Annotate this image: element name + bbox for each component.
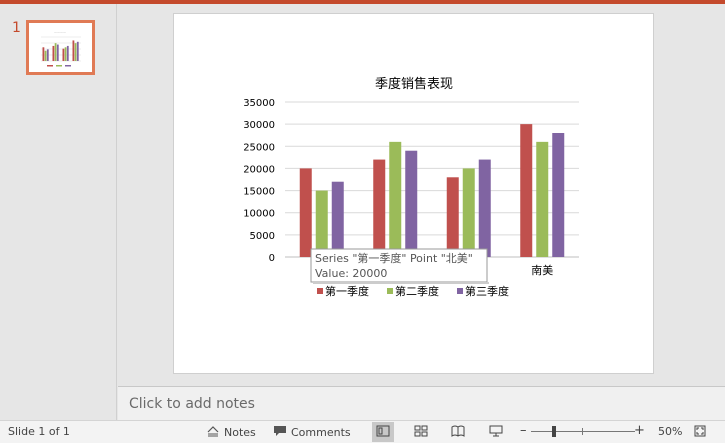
legend-label: 第三季度 [465,284,509,298]
legend-swatch [387,288,393,294]
legend-label: 第二季度 [395,284,439,298]
slide-thumbnail-pane[interactable]: 1 ———— [0,4,117,420]
slide-info-text: Slide 1 of 1 [8,425,70,438]
bar[interactable] [478,159,491,257]
thumb-bar [42,47,45,61]
thumb-bar [54,43,57,61]
thumb-chart [41,36,81,67]
thumb-bar [64,47,67,61]
thumb-bar [62,48,65,61]
zoom-in-button[interactable]: + [634,423,645,438]
reading-view-icon [451,425,465,440]
y-tick-label: 0 [269,253,275,264]
bar[interactable] [536,141,549,257]
thumb-bar [52,45,55,61]
comments-label: Comments [291,426,351,439]
thumb-bar [56,44,59,61]
slide-editor[interactable]: 季度销售表现 0 5000 10000 15000 20000 25000 30000 350… [118,4,725,386]
bar[interactable] [373,159,386,257]
notes-icon [206,425,220,440]
thumb-title: ———— [54,30,66,34]
slide-canvas[interactable]: 季度销售表现 0 5000 10000 15000 20000 25000 30000 350… [173,13,654,374]
thumb-bar [72,40,75,61]
zoom-out-button[interactable]: – [520,423,527,438]
thumb-bar [76,41,79,61]
chart[interactable]: 季度销售表现 0 5000 10000 15000 20000 25000 30000 350… [174,14,655,375]
status-bar: Slide 1 of 1 Notes Comments – + 50% [0,420,725,443]
bar[interactable] [315,190,328,257]
chart-legend[interactable]: 第一季度 第二季度 第三季度 [317,284,509,298]
y-tick-label: 25000 [243,142,275,153]
chart-gridlines [285,101,579,258]
tooltip-value: Value: 20000 [315,267,387,280]
reading-view-button[interactable] [447,422,469,442]
thumb-bar [44,50,47,61]
chart-x-axis: 南美 [531,264,553,277]
fit-to-window-button[interactable] [689,422,711,442]
y-tick-label: 15000 [243,187,275,198]
thumb-bar [74,43,77,61]
tooltip-shadow [313,282,489,284]
slideshow-icon [489,425,503,440]
bar[interactable] [520,124,533,258]
thumb-bar [46,49,49,61]
bar[interactable] [299,168,312,257]
chart-title: 季度销售表现 [375,76,453,92]
normal-view-icon [376,425,390,440]
comment-icon [273,425,287,440]
slide-number: 1 [12,20,21,36]
bar[interactable] [446,177,459,257]
thumb-legend [65,65,71,67]
normal-view-button[interactable] [372,422,394,442]
bar[interactable] [389,141,402,257]
notes-button[interactable]: Notes [206,425,256,440]
chart-tooltip: Series "第一季度" Point "北美" Value: 20000 [310,248,489,284]
tooltip-series-point: Series "第一季度" Point "北美" [315,251,473,265]
legend-swatch [317,288,323,294]
thumb-legend [56,65,62,67]
zoom-level[interactable]: 50% [658,425,682,438]
slide-thumbnail-preview: ———— [41,30,81,67]
slide-thumbnail[interactable]: ———— [26,20,95,75]
zoom-slider[interactable] [531,431,635,432]
slideshow-button[interactable] [485,422,507,442]
zoom-slider-handle[interactable] [552,426,556,437]
thumb-legend [47,65,53,67]
y-tick-label: 5000 [250,231,275,242]
notes-label: Notes [224,426,256,439]
thumb-bar [66,45,69,61]
bar[interactable] [331,181,344,257]
y-tick-label: 30000 [243,120,275,131]
slide-indicator[interactable]: Slide 1 of 1 [8,425,70,438]
slide-sorter-button[interactable] [410,422,432,442]
notes-placeholder: Click to add notes [129,396,255,412]
bar[interactable] [552,133,565,257]
fit-to-window-icon [694,425,706,440]
y-tick-label: 20000 [243,164,275,175]
bar[interactable] [405,150,418,257]
y-tick-label: 35000 [243,98,275,109]
x-tick-label: 南美 [531,264,553,277]
y-tick-label: 10000 [243,209,275,220]
zoom-slider-center-tick [582,428,583,435]
legend-label: 第一季度 [325,284,369,298]
notes-pane[interactable]: Click to add notes [118,386,725,420]
bar[interactable] [462,168,475,257]
chart-y-axis: 0 5000 10000 15000 20000 25000 30000 35000 [243,98,275,264]
slide-sorter-icon [414,425,428,440]
comments-button[interactable]: Comments [273,425,351,440]
legend-swatch [457,288,463,294]
